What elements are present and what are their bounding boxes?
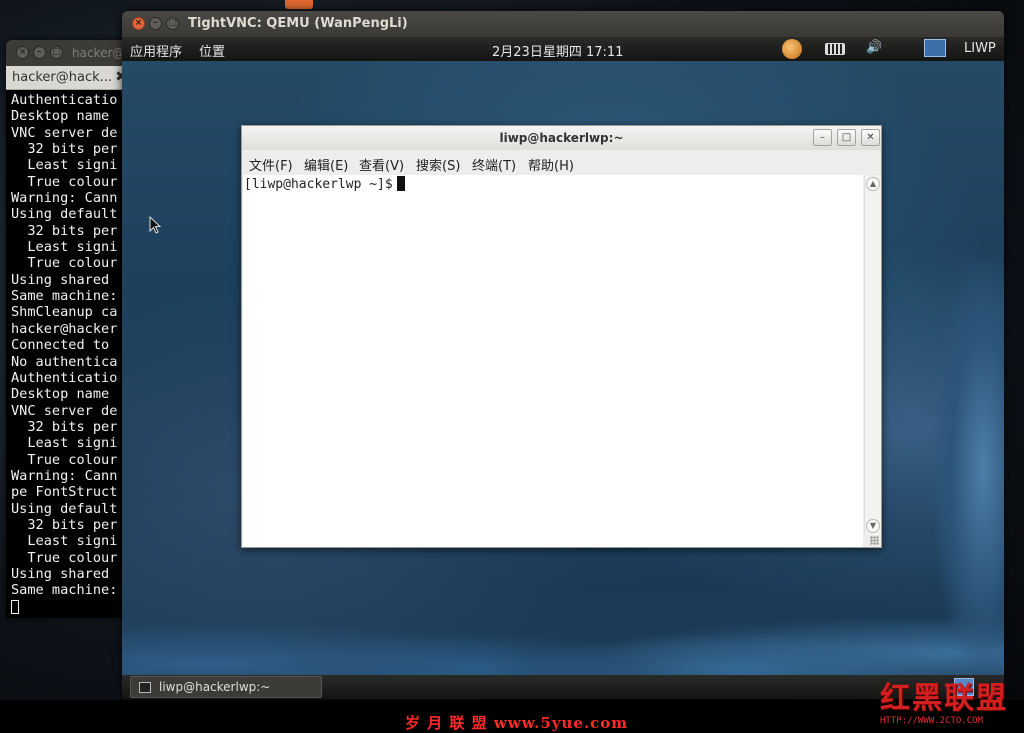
taskbar-window-label: liwp@hackerlwp:~ — [159, 680, 271, 694]
wallpaper-rocks — [122, 565, 1004, 675]
terminal-menubar: 文件(F) 编辑(E) 查看(V) 搜索(S) 终端(T) 帮助(H) — [242, 150, 881, 174]
volume-icon[interactable]: 🔊 — [866, 40, 882, 55]
text-cursor — [396, 176, 405, 191]
minimize-button[interactable]: – — [813, 129, 832, 146]
keyboard-icon[interactable] — [825, 43, 845, 55]
resize-grip-icon[interactable] — [870, 536, 879, 545]
terminal-output-line: Using default — [11, 500, 118, 517]
terminal-output-line: Using shared — [11, 271, 118, 288]
terminal-output-line: Same machine: — [11, 288, 118, 305]
terminal-output-line: Warning: Cann — [11, 190, 118, 207]
terminal-output-line: True colour — [11, 255, 118, 272]
gnome-bottom-panel: liwp@hackerlwp:~ — [122, 675, 1004, 699]
terminal-output-line: True colour — [11, 451, 118, 468]
gnome-terminal-titlebar[interactable]: liwp@hackerlwp:~ – □ ✕ — [242, 126, 881, 150]
terminal-output-line: 32 bits per — [11, 141, 118, 158]
gnome-terminal-title: liwp@hackerlwp:~ — [499, 131, 624, 145]
vnc-titlebar[interactable]: × – □ TightVNC: QEMU (WanPengLi) — [122, 11, 1004, 37]
gnome-top-panel: 应用程序 位置 2月23日星期四 17:11 🔊 LIWP — [122, 37, 1004, 61]
terminal-output-line: hacker@hacker — [11, 320, 118, 337]
shell-prompt: [liwp@hackerlwp ~]$ — [244, 177, 393, 192]
terminal-output-line: Least signi — [11, 157, 118, 174]
terminal-icon — [139, 682, 151, 693]
top-edge-tab — [285, 0, 313, 9]
menu-terminal[interactable]: 终端(T) — [472, 155, 516, 174]
terminal-output-line: Using default — [11, 206, 118, 223]
terminal-output-line: Connected to — [11, 337, 118, 354]
taskbar-window-button[interactable]: liwp@hackerlwp:~ — [130, 676, 322, 698]
scroll-down-icon[interactable]: ▼ — [866, 519, 880, 533]
terminal-output-line: True colour — [11, 549, 118, 566]
menu-search[interactable]: 搜索(S) — [416, 155, 460, 174]
watermark-text: 岁 月 联 盟 www.5yue.com — [405, 714, 629, 732]
terminal-tab[interactable]: hacker@hack... ✖ — [6, 66, 130, 90]
menu-file[interactable]: 文件(F) — [249, 155, 293, 174]
clock[interactable]: 2月23日星期四 17:11 — [492, 41, 623, 60]
terminal-output-line: pe FontStruct — [11, 484, 118, 501]
terminal-output-line: Warning: Cann — [11, 467, 118, 484]
scrollbar[interactable]: ▲ ▼ — [864, 175, 881, 535]
background-terminal-window[interactable]: × – □ hacker@ hacker@hack... ✖ Authentic… — [6, 40, 130, 618]
terminal-output-line: Authenticatio — [11, 369, 118, 386]
watermark-logo: 红黑联盟 HTTP://WWW.2CTO.COM — [880, 682, 1024, 733]
terminal-output-line: True colour — [11, 173, 118, 190]
terminal-cursor — [11, 599, 19, 614]
watermark-logo-text: 红黑联盟 — [880, 681, 1008, 716]
menu-edit[interactable]: 编辑(E) — [304, 155, 348, 174]
gnome-terminal-window[interactable]: liwp@hackerlwp:~ – □ ✕ 文件(F) 编辑(E) 查看(V)… — [241, 125, 882, 548]
minimize-icon[interactable]: – — [149, 17, 162, 30]
minimize-icon[interactable]: – — [33, 46, 46, 59]
terminal-output-line: Using shared — [11, 565, 118, 582]
terminal-output-line: 32 bits per — [11, 222, 118, 239]
places-menu[interactable]: 位置 — [199, 41, 225, 60]
terminal-output-line: VNC server de — [11, 402, 118, 419]
terminal-output-line: Same machine: — [11, 582, 118, 599]
update-notifier-icon[interactable] — [782, 39, 802, 59]
applications-menu[interactable]: 应用程序 — [130, 41, 182, 60]
mouse-cursor-icon — [149, 216, 161, 234]
terminal-output-line: Desktop name — [11, 386, 118, 403]
close-button[interactable]: ✕ — [861, 129, 880, 146]
terminal-output-line: ShmCleanup ca — [11, 304, 118, 321]
maximize-button[interactable]: □ — [837, 129, 856, 146]
terminal-output-line: No authentica — [11, 353, 118, 370]
terminal-tab-label: hacker@hack... — [12, 70, 113, 85]
menu-help[interactable]: 帮助(H) — [528, 155, 574, 174]
terminal-output-line: VNC server de — [11, 124, 118, 141]
scroll-up-icon[interactable]: ▲ — [866, 177, 880, 191]
background-terminal-titlebar[interactable]: × – □ hacker@ — [6, 40, 130, 66]
terminal-output-line: Least signi — [11, 239, 118, 256]
terminal-output-line: 32 bits per — [11, 418, 118, 435]
terminal-output-line: 32 bits per — [11, 516, 118, 533]
watermark-logo-url: HTTP://WWW.2CTO.COM — [880, 716, 983, 726]
close-icon[interactable]: × — [132, 17, 145, 30]
user-menu[interactable]: LIWP — [964, 41, 996, 56]
terminal-output-line: Authenticatio — [11, 92, 118, 108]
menu-view[interactable]: 查看(V) — [359, 155, 404, 174]
maximize-icon[interactable]: □ — [50, 46, 63, 59]
close-icon[interactable]: × — [16, 46, 29, 59]
terminal-output-line: Desktop name — [11, 108, 118, 125]
background-terminal-output[interactable]: Authenticatio Desktop name VNC server de … — [6, 90, 130, 618]
network-icon[interactable] — [924, 39, 946, 57]
vnc-window-title: TightVNC: QEMU (WanPengLi) — [188, 16, 408, 31]
terminal-output-line: Least signi — [11, 435, 118, 452]
background-terminal-title: hacker@ — [72, 46, 125, 60]
terminal-output-line: Least signi — [11, 533, 118, 550]
maximize-icon[interactable]: □ — [166, 17, 179, 30]
wallpaper-rock-pillar — [934, 261, 1004, 675]
terminal-screen[interactable]: [liwp@hackerlwp ~]$ — [243, 175, 863, 547]
